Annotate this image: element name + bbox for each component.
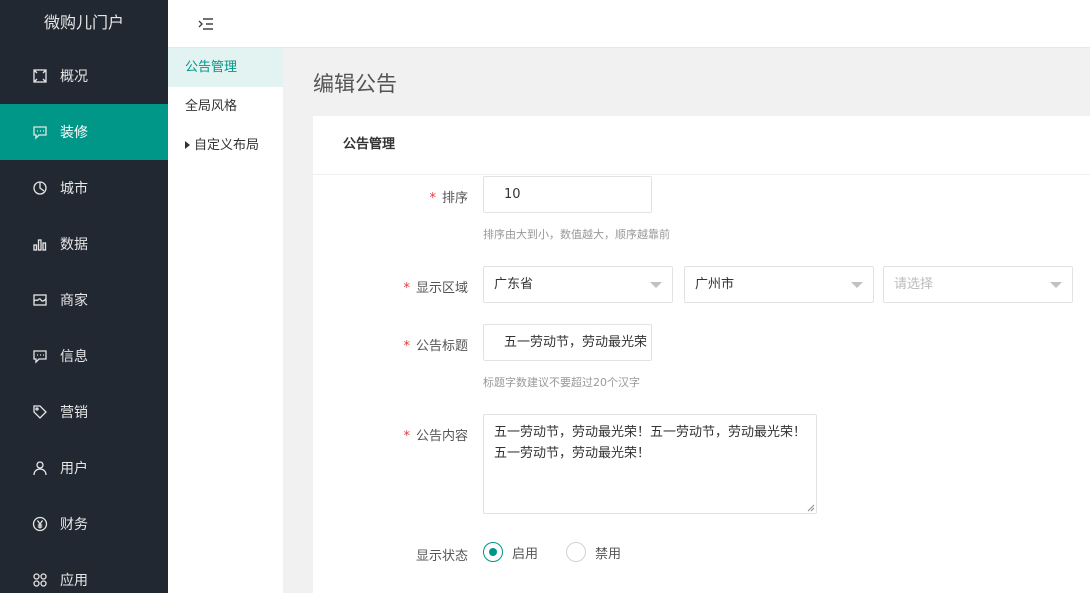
- content-label: * 公告内容: [403, 425, 468, 444]
- sidebar-item-merchant[interactable]: 商家: [0, 272, 168, 328]
- status-radio-enabled[interactable]: 启用: [483, 542, 538, 562]
- radio-unchecked-icon: [566, 542, 586, 562]
- sidebar-item-data[interactable]: 数据: [0, 216, 168, 272]
- overview-icon: [32, 68, 48, 84]
- city-select-value: 广州市: [695, 277, 735, 292]
- data-chart-icon: [32, 236, 48, 252]
- user-icon: [32, 460, 48, 476]
- sidebar: 微购儿门户 概况 装修 城市 数据 商家 信息 营销 用户 财务 应用: [0, 0, 168, 593]
- sidebar-item-marketing[interactable]: 营销: [0, 384, 168, 440]
- chevron-down-icon: [851, 282, 863, 288]
- sort-input[interactable]: 10: [483, 176, 652, 213]
- submenu-item-label: 自定义布局: [194, 138, 260, 153]
- sort-label-text: 排序: [441, 191, 468, 206]
- resize-handle-icon[interactable]: [807, 504, 815, 512]
- content-text: 五一劳动节，劳动最光荣！五一劳动节，劳动最光荣！五一劳动节，劳动最光荣！: [494, 425, 807, 461]
- sidebar-item-label: 应用: [60, 573, 88, 589]
- sidebar-item-city[interactable]: 城市: [0, 160, 168, 216]
- sidebar-item-overview[interactable]: 概况: [0, 48, 168, 104]
- chevron-down-icon: [1050, 282, 1062, 288]
- content-label-text: 公告内容: [415, 429, 468, 444]
- sidebar-item-label: 营销: [60, 405, 88, 421]
- caret-right-icon: [185, 140, 190, 149]
- tag-icon: [32, 404, 48, 420]
- status-option-label: 启用: [512, 546, 539, 562]
- form-card: 公告管理 * 排序 10 排序由大到小，数值越大，顺序越靠前 * 显示区域 广东省 …: [313, 116, 1090, 593]
- sidebar-item-label: 信息: [60, 349, 88, 365]
- radio-checked-icon: [483, 542, 503, 562]
- province-select[interactable]: 广东省: [483, 266, 673, 303]
- top-bar: [168, 0, 1090, 48]
- brand-title: 微购儿门户: [43, 13, 124, 32]
- sort-label: * 排序: [429, 187, 468, 206]
- required-mark: *: [403, 339, 410, 354]
- title-input[interactable]: 五一劳动节，劳动最光荣: [483, 324, 652, 361]
- sidebar-item-apps[interactable]: 应用: [0, 552, 168, 593]
- sidebar-item-label: 概况: [60, 69, 88, 85]
- required-mark: *: [403, 281, 410, 296]
- submenu-item-label: 全局风格: [185, 99, 238, 114]
- sort-hint: 排序由大到小，数值越大，顺序越靠前: [483, 228, 670, 241]
- sidebar-item-label: 商家: [60, 293, 88, 309]
- sidebar-item-finance[interactable]: 财务: [0, 496, 168, 552]
- sidebar-item-user[interactable]: 用户: [0, 440, 168, 496]
- submenu-item-announcement[interactable]: 公告管理: [168, 48, 283, 87]
- region-label: * 显示区域: [403, 277, 468, 296]
- sidebar-item-message[interactable]: 信息: [0, 328, 168, 384]
- content-textarea[interactable]: 五一劳动节，劳动最光荣！五一劳动节，劳动最光荣！五一劳动节，劳动最光荣！: [483, 414, 817, 514]
- district-select[interactable]: 请选择: [883, 266, 1073, 303]
- menu-toggle-icon[interactable]: [198, 16, 214, 32]
- sub-menu: 公告管理 全局风格 自定义布局: [168, 48, 283, 593]
- region-label-text: 显示区域: [415, 281, 468, 296]
- chevron-down-icon: [650, 282, 662, 288]
- page-title: 编辑公告: [313, 72, 397, 96]
- status-option-label: 禁用: [595, 546, 622, 562]
- title-label: * 公告标题: [403, 335, 468, 354]
- sidebar-item-label: 数据: [60, 237, 88, 253]
- sidebar-item-decorate[interactable]: 装修: [0, 104, 168, 160]
- status-radio-disabled[interactable]: 禁用: [566, 542, 621, 562]
- sidebar-item-label: 财务: [60, 517, 88, 533]
- title-label-text: 公告标题: [415, 339, 468, 354]
- city-select[interactable]: 广州市: [684, 266, 874, 303]
- status-label: 显示状态: [415, 549, 468, 564]
- yen-icon: [32, 516, 48, 532]
- required-mark: *: [403, 429, 410, 444]
- city-icon: [32, 180, 48, 196]
- submenu-item-label: 公告管理: [185, 60, 238, 75]
- district-select-placeholder: 请选择: [894, 277, 934, 292]
- message-icon: [32, 348, 48, 364]
- merchant-icon: [32, 292, 48, 308]
- required-mark: *: [429, 191, 436, 206]
- sidebar-item-label: 装修: [60, 125, 88, 141]
- apps-icon: [32, 572, 48, 588]
- submenu-item-global-style[interactable]: 全局风格: [168, 87, 283, 126]
- sidebar-item-label: 城市: [60, 181, 88, 197]
- province-select-value: 广东省: [494, 277, 534, 292]
- decorate-icon: [32, 124, 48, 140]
- submenu-item-custom-layout[interactable]: 自定义布局: [168, 126, 283, 165]
- card-title: 公告管理: [313, 116, 1090, 175]
- title-hint: 标题字数建议不要超过20个汉字: [483, 376, 640, 389]
- sidebar-item-label: 用户: [60, 461, 88, 477]
